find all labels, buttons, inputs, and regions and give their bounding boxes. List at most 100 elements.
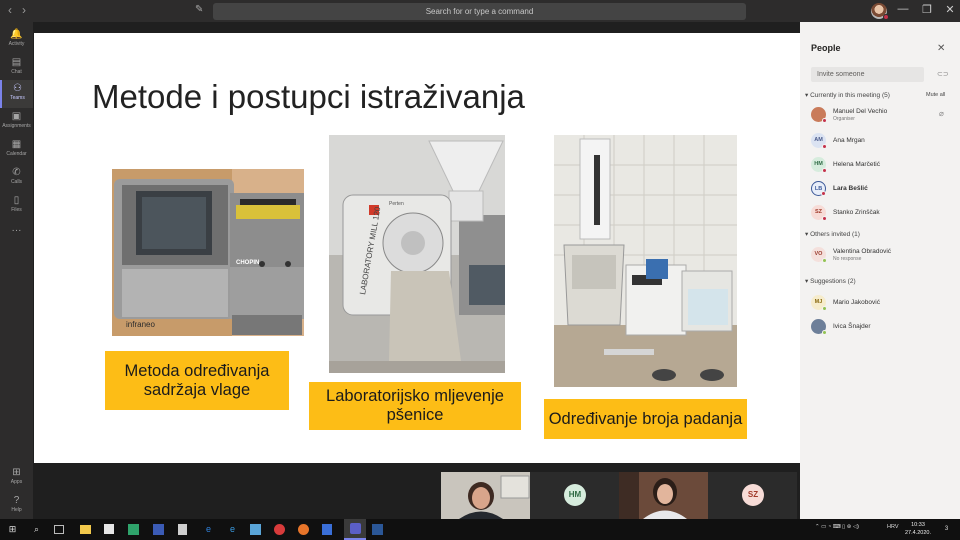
language-indicator[interactable]: HRV (887, 524, 899, 530)
rail-label: Files (11, 207, 22, 213)
apps-icon: ⊞ (12, 467, 21, 478)
busy-status-icon (821, 191, 826, 196)
suggestion-item[interactable]: MJ Mario Jakobović (811, 295, 956, 315)
rail-item-calendar[interactable]: ▦ Calendar (0, 136, 33, 164)
photo-moisture-analyzer: infraneo CHOPIN (112, 169, 304, 336)
busy-status-icon (822, 168, 827, 173)
shared-slide: Metode i postupci istraživanja infraneo … (34, 33, 800, 463)
callout-falling-number: Određivanje broja padanja (544, 399, 747, 439)
edge-icon[interactable]: e (202, 523, 215, 536)
available-status-icon (822, 330, 827, 335)
share-link-icon[interactable]: ⊂⊃ (937, 70, 949, 78)
busy-status-icon (822, 216, 827, 221)
mute-all-button[interactable]: Mute all (926, 92, 945, 98)
app-icon[interactable] (322, 524, 332, 535)
notification-center-icon[interactable]: 3 (940, 523, 953, 536)
minimize-icon[interactable]: — (896, 3, 910, 15)
participant-name: Stanko Zrinščak (833, 209, 880, 216)
avatar-initials: HM (814, 161, 823, 167)
xbox-app-icon[interactable] (128, 524, 139, 535)
search-icon[interactable]: ⌕ (30, 523, 43, 536)
rail-item-chat[interactable]: ▤ Chat (0, 54, 33, 82)
participant-video-1[interactable] (441, 472, 530, 519)
task-view-icon[interactable] (54, 525, 64, 534)
busy-status-icon (822, 118, 827, 123)
calculator-icon[interactable] (178, 524, 187, 535)
participant-role: Organiser (833, 116, 855, 122)
app-icon[interactable] (250, 524, 261, 535)
rail-label: Assignments (2, 123, 31, 129)
command-search-box[interactable]: Search for or type a command (213, 3, 746, 20)
media-app-icon[interactable] (274, 524, 285, 535)
rail-label: Chat (11, 69, 22, 75)
rail-item-help[interactable]: ? Help (0, 492, 33, 520)
restore-icon[interactable]: ❐ (920, 3, 934, 16)
rail-item-more[interactable]: ··· (0, 222, 33, 250)
windows-start-icon[interactable]: ⊞ (6, 523, 19, 536)
participant-name: Ana Mrgan (833, 137, 865, 144)
participant-name: Lara Bešlić (833, 185, 868, 192)
phone-icon: ✆ (12, 167, 21, 178)
invite-someone-input[interactable]: Invite someone (811, 67, 924, 82)
mic-muted-icon[interactable]: ⌀ (939, 109, 944, 118)
rail-item-assignments[interactable]: ▣ Assignments (0, 108, 33, 136)
word-icon[interactable] (372, 524, 383, 535)
participant-name: Mario Jakobović (833, 299, 880, 306)
rail-label: Activity (8, 41, 25, 47)
participant-tile-sz[interactable]: SZ (708, 472, 797, 519)
perten-brand-text: Perten (389, 201, 404, 207)
participant-item[interactable]: VO Valentina Obradović No response (811, 247, 956, 267)
avatar: AM (811, 133, 827, 149)
suggestion-item[interactable]: Ivica Šnajder (811, 319, 956, 339)
participant-response: No response (833, 256, 862, 262)
participant-item[interactable]: SZ Stanko Zrinščak (811, 205, 956, 225)
rail-label: Apps (10, 479, 23, 485)
people-panel: People Invite someone ⊂⊃ ▾ Currently in … (800, 22, 960, 519)
teams-taskbar-icon[interactable] (344, 519, 366, 540)
section-label: Others invited (1) (810, 231, 860, 238)
clock-date: 27.4.2020. (905, 530, 931, 536)
profile-avatar[interactable] (871, 3, 889, 20)
internet-explorer-icon[interactable]: e (226, 523, 239, 536)
section-currently-in-meeting[interactable]: ▾ Currently in this meeting (5) (805, 91, 890, 99)
avatar-initials: SZ (814, 209, 823, 215)
rail-item-activity[interactable]: 🔔 Activity (0, 26, 33, 54)
participant-tile-hm[interactable]: HM (530, 472, 619, 519)
participant-video-2[interactable] (619, 472, 708, 519)
participant-item[interactable]: AM Ana Mrgan (811, 133, 956, 153)
close-panel-icon[interactable]: ✕ (937, 43, 945, 54)
back-icon[interactable]: ‹ (8, 3, 12, 17)
rail-item-calls[interactable]: ✆ Calls (0, 164, 33, 192)
title-bar: ‹ › ✎ Search for or type a command — ❐ ✕ (0, 0, 960, 22)
store-icon[interactable] (104, 524, 114, 534)
assignments-icon: ▣ (11, 111, 22, 122)
avatar-initials: VO (814, 251, 823, 257)
close-window-icon[interactable]: ✕ (943, 3, 957, 16)
callout-falling-number-text: Određivanje broja padanja (548, 409, 743, 428)
participant-item[interactable]: LB Lara Bešlić (811, 181, 956, 201)
clock[interactable]: 10:33 27.4.2020. (905, 521, 931, 537)
participant-item[interactable]: Manuel Del Vechio Organiser ⌀ (811, 107, 956, 127)
participant-item[interactable]: HM Helena Marčetić (811, 157, 956, 177)
rail-item-apps[interactable]: ⊞ Apps (0, 464, 33, 492)
avatar (811, 107, 827, 123)
participant-name: Helena Marčetić (833, 161, 880, 168)
rail-item-files[interactable]: ▯ Files (0, 192, 33, 220)
avatar-initials: MJ (814, 299, 823, 305)
laboratory-mill-illustration: LABORATORY MILL 120 Perten (329, 135, 505, 373)
rail-label: Help (11, 507, 22, 513)
section-suggestions[interactable]: ▾ Suggestions (2) (805, 277, 856, 285)
help-icon: ? (13, 495, 20, 506)
rail-item-teams[interactable]: ⚇ Teams (0, 80, 33, 108)
compose-icon[interactable]: ✎ (195, 4, 205, 15)
forward-icon[interactable]: › (22, 3, 26, 17)
avatar: HM (811, 157, 827, 173)
moisture-analyzer-illustration: infraneo CHOPIN (112, 169, 304, 336)
section-others-invited[interactable]: ▾ Others invited (1) (805, 230, 860, 238)
available-status-icon (822, 258, 827, 263)
firefox-icon[interactable] (298, 524, 309, 535)
file-explorer-icon[interactable] (80, 525, 91, 534)
system-tray-icons[interactable]: ⌃ ▭ ◔ ⌨ ▯ ⊛ ◁) (815, 524, 859, 530)
app-icon[interactable] (153, 524, 164, 535)
participant-tiles: HM SZ (441, 472, 800, 519)
